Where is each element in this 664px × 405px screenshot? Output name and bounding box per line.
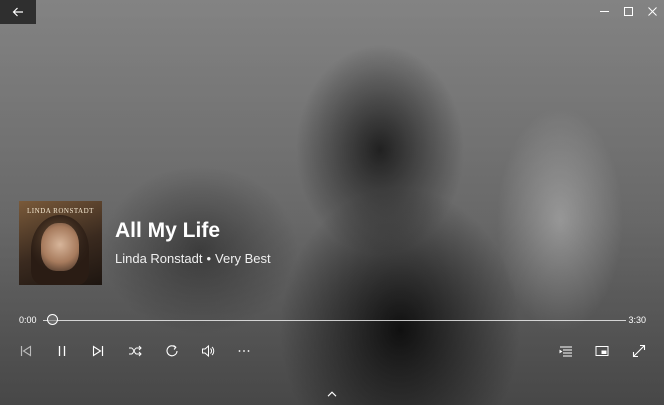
track-title: All My Life — [115, 219, 221, 242]
full-screen-button[interactable] — [627, 340, 651, 362]
mini-view-icon — [595, 346, 609, 356]
maximize-button[interactable] — [616, 0, 640, 22]
more-options-button[interactable] — [232, 340, 256, 362]
expand-button[interactable] — [324, 388, 340, 400]
album-art: LINDA RONSTADT — [19, 201, 102, 285]
seek-bar-thumb[interactable] — [47, 314, 58, 325]
mini-view-button[interactable] — [590, 340, 614, 362]
full-screen-icon — [632, 344, 646, 358]
volume-icon — [202, 344, 215, 358]
now-playing-list-icon — [559, 346, 572, 357]
next-track-icon — [92, 345, 104, 357]
track-subtitle: Linda Ronstadt • Very Best — [115, 251, 271, 266]
close-button[interactable] — [640, 0, 664, 22]
close-icon — [647, 6, 657, 16]
back-button[interactable] — [0, 0, 36, 24]
chevron-up-icon — [327, 391, 337, 397]
next-button[interactable] — [86, 340, 110, 362]
playback-controls — [0, 340, 664, 364]
album-name[interactable]: Very Best — [215, 251, 271, 266]
window-controls — [592, 0, 664, 22]
now-playing-list-button[interactable] — [554, 340, 578, 362]
pause-icon — [58, 346, 66, 356]
elapsed-time: 0:00 — [19, 315, 37, 325]
back-arrow-icon — [12, 7, 23, 17]
shuffle-button[interactable] — [123, 340, 147, 362]
volume-button[interactable] — [196, 340, 220, 362]
album-art-text: LINDA RONSTADT — [27, 207, 94, 215]
artist-name[interactable]: Linda Ronstadt — [115, 251, 202, 266]
minimize-button[interactable] — [592, 0, 616, 22]
album-art-face — [41, 223, 79, 271]
seek-bar[interactable] — [43, 314, 626, 325]
repeat-icon — [166, 345, 178, 357]
repeat-button[interactable] — [160, 340, 184, 362]
now-playing-view: LINDA RONSTADT All My Life Linda Ronstad… — [0, 0, 664, 405]
maximize-icon — [623, 6, 633, 16]
previous-track-icon — [20, 345, 32, 357]
total-duration: 3:30 — [628, 315, 646, 325]
shuffle-icon — [129, 345, 142, 357]
more-options-icon — [238, 350, 250, 352]
minimize-icon — [599, 10, 609, 12]
subtitle-separator: • — [206, 251, 212, 266]
previous-button[interactable] — [14, 340, 38, 362]
pause-button[interactable] — [50, 340, 74, 362]
